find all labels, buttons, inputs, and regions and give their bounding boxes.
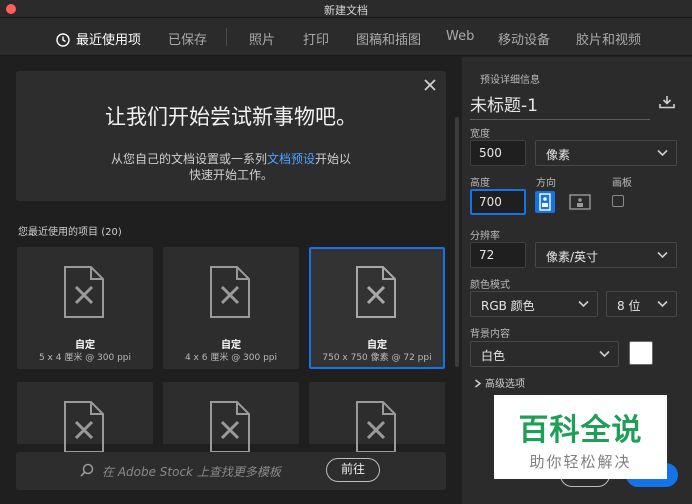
recent-item-meta: 5 x 4 厘米 @ 300 ppi xyxy=(38,353,132,363)
document-name-field[interactable]: 未标题-1 xyxy=(470,91,650,120)
chevron-down-icon xyxy=(657,149,668,157)
color-mode-select[interactable]: RGB 颜色 xyxy=(470,291,598,317)
document-presets-link[interactable]: 文档预设 xyxy=(267,152,315,166)
recent-item[interactable] xyxy=(163,382,299,453)
resolution-unit-value: 像素/英寸 xyxy=(546,250,599,264)
banner-subtext: 从您自己的文档设置或一系列文档预设开始以 快速开始工作。 xyxy=(16,151,446,183)
recent-items-heading: 您最近使用的项目 (20) xyxy=(18,223,122,238)
tab-divider xyxy=(226,28,227,46)
tab-art-illustration[interactable]: 图稿和插图 xyxy=(356,29,421,48)
advanced-options-label: 高级选项 xyxy=(485,379,525,390)
tab-web[interactable]: Web xyxy=(446,29,474,44)
document-icon xyxy=(64,401,104,453)
tab-film-video[interactable]: 胶片和视频 xyxy=(576,29,641,48)
advanced-options-toggle[interactable]: 高级选项 xyxy=(474,375,525,390)
portrait-button[interactable] xyxy=(535,191,555,213)
chevron-down-icon xyxy=(599,350,610,358)
tab-mobile[interactable]: 移动设备 xyxy=(498,29,550,48)
category-tabs: 最近使用项 已保存 照片 打印 图稿和插图 Web 移动设备 胶片和视频 xyxy=(0,18,692,60)
background-select[interactable]: 白色 xyxy=(470,341,619,367)
recent-item[interactable] xyxy=(309,382,445,453)
height-field[interactable]: 700 xyxy=(470,189,526,215)
recent-item-meta: 750 x 750 像素 @ 72 ppi xyxy=(322,353,432,363)
recent-item[interactable]: 自定 5 x 4 厘米 @ 300 ppi xyxy=(17,247,153,369)
recent-item[interactable] xyxy=(17,382,153,453)
tab-saved[interactable]: 已保存 xyxy=(168,29,207,48)
landscape-button[interactable] xyxy=(568,191,591,213)
chevron-down-icon xyxy=(657,251,668,259)
tab-recent[interactable]: 最近使用项 xyxy=(56,29,142,60)
banner-text-suffix: 开始以 xyxy=(315,152,352,166)
tab-recent-label: 最近使用项 xyxy=(76,33,142,48)
recent-item[interactable]: 自定 4 x 6 厘米 @ 300 ppi xyxy=(163,247,299,369)
recent-items-count: (20) xyxy=(101,227,122,238)
recent-item-meta: 4 x 6 厘米 @ 300 ppi xyxy=(184,353,278,363)
banner-headline: 让我们开始尝试新事物吧。 xyxy=(105,105,357,129)
title-bar: 新建文档 xyxy=(0,0,692,18)
search-icon xyxy=(80,463,94,477)
bit-depth-select[interactable]: 8 位 xyxy=(606,291,677,317)
color-mode-label: 颜色模式 xyxy=(470,280,510,291)
go-button[interactable]: 前往 xyxy=(326,458,380,482)
width-unit-select[interactable]: 像素 xyxy=(535,140,677,166)
document-icon xyxy=(356,266,396,318)
window-title: 新建文档 xyxy=(324,4,368,17)
width-unit-value: 像素 xyxy=(546,148,571,162)
recent-item-selected[interactable]: 自定 750 x 750 像素 @ 72 ppi xyxy=(309,247,445,369)
width-label: 宽度 xyxy=(470,129,490,140)
background-label: 背景内容 xyxy=(470,329,510,340)
chevron-down-icon xyxy=(578,300,589,308)
width-field[interactable]: 500 xyxy=(470,140,526,166)
background-color-swatch[interactable] xyxy=(629,341,653,365)
height-label: 高度 xyxy=(470,178,490,189)
recent-item-name: 自定 xyxy=(75,340,95,351)
artboard-checkbox[interactable] xyxy=(612,195,624,207)
resolution-unit-select[interactable]: 像素/英寸 xyxy=(535,242,677,268)
tab-print[interactable]: 打印 xyxy=(303,29,329,48)
chevron-right-icon xyxy=(475,379,482,388)
document-icon xyxy=(356,401,396,453)
presets-scrollbar[interactable] xyxy=(455,117,459,367)
resolution-label: 分辨率 xyxy=(470,231,500,242)
clock-icon xyxy=(56,33,70,47)
portrait-icon xyxy=(539,193,551,211)
orientation-label: 方向 xyxy=(536,178,556,189)
close-icon[interactable] xyxy=(422,77,438,93)
document-icon xyxy=(210,266,250,318)
tab-photo[interactable]: 照片 xyxy=(249,29,275,48)
color-mode-value: RGB 颜色 xyxy=(481,299,535,313)
banner-text-prefix: 从您自己的文档设置或一系列 xyxy=(110,152,267,166)
recent-item-name: 自定 xyxy=(367,340,387,351)
stock-search-bar: 在 Adobe Stock 上查找更多模板 前往 xyxy=(16,452,446,490)
document-icon xyxy=(64,266,104,318)
recent-items-label: 您最近使用的项目 xyxy=(18,227,98,238)
chevron-down-icon xyxy=(657,300,668,308)
resolution-field[interactable]: 72 xyxy=(470,242,526,268)
watermark-overlay: 百科全说 助你轻松解决 xyxy=(494,395,667,479)
artboard-label: 画板 xyxy=(612,178,632,189)
watermark-title: 百科全说 xyxy=(518,413,643,448)
watermark-subtitle: 助你轻松解决 xyxy=(529,453,632,471)
background-value: 白色 xyxy=(481,349,506,363)
document-icon xyxy=(210,401,250,453)
banner-text-line2: 快速开始工作。 xyxy=(188,168,273,182)
presets-pane: 让我们开始尝试新事物吧。 从您自己的文档设置或一系列文档预设开始以 快速开始工作… xyxy=(0,57,460,504)
landscape-icon xyxy=(569,194,591,210)
save-preset-icon[interactable] xyxy=(658,95,676,109)
stock-search-input[interactable]: 在 Adobe Stock 上查找更多模板 xyxy=(102,463,281,480)
preset-details-heading: 预设详细信息 xyxy=(480,75,540,86)
recent-item-name: 自定 xyxy=(221,340,241,351)
welcome-banner: 让我们开始尝试新事物吧。 从您自己的文档设置或一系列文档预设开始以 快速开始工作… xyxy=(16,71,446,201)
bit-depth-value: 8 位 xyxy=(617,299,641,313)
